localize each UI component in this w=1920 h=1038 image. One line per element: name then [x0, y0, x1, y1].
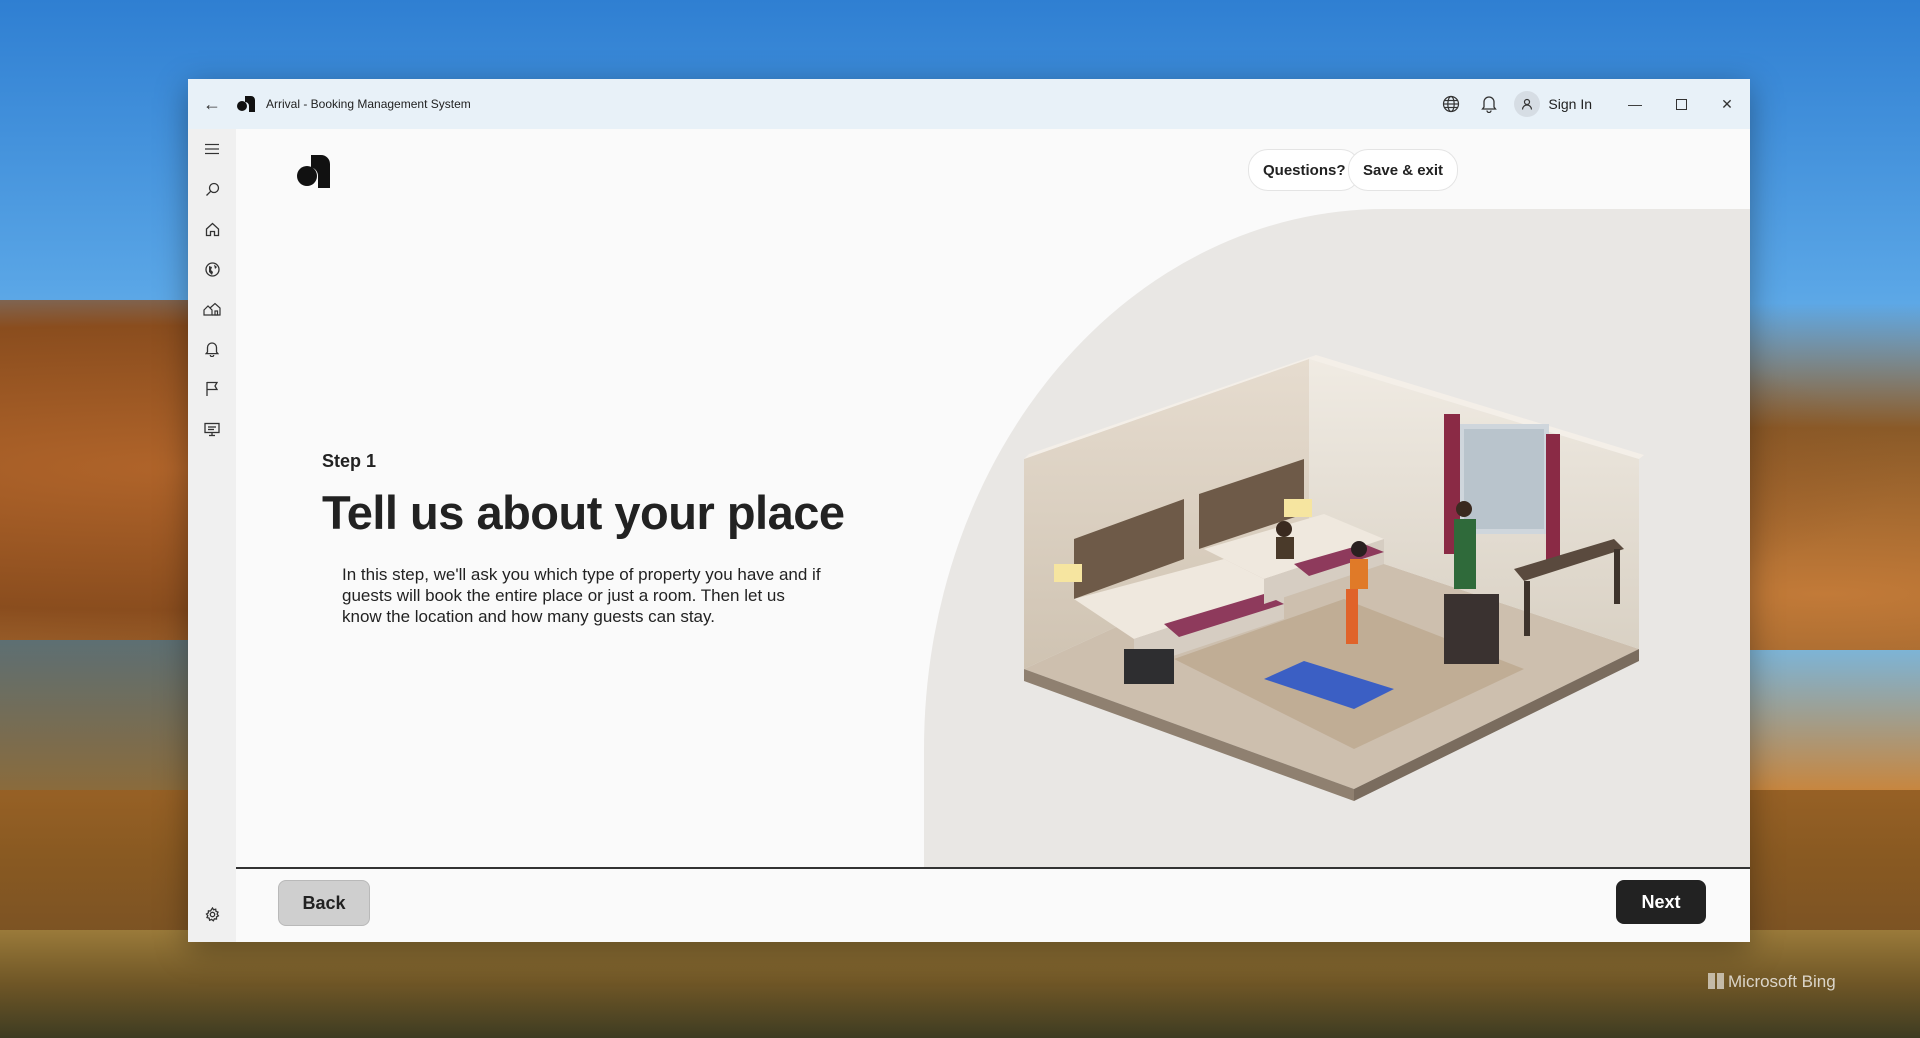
sign-in-button[interactable]: Sign In: [1514, 91, 1592, 117]
arrival-logo-icon: [297, 155, 330, 188]
step-label: Step 1: [322, 451, 377, 471]
menu-icon[interactable]: [188, 129, 236, 169]
maximize-button[interactable]: [1658, 86, 1704, 122]
user-avatar-icon: [1514, 91, 1541, 117]
window-title: Arrival - Booking Management System: [266, 97, 471, 111]
nav-sidebar: [188, 129, 236, 942]
gear-icon[interactable]: [188, 894, 236, 934]
minimize-button[interactable]: —: [1612, 86, 1658, 122]
globe-icon[interactable]: [188, 249, 236, 289]
bing-logo-icon: [1708, 973, 1724, 989]
flag-icon[interactable]: [188, 369, 236, 409]
home-icon[interactable]: [188, 209, 236, 249]
bing-watermark-text: Microsoft Bing: [1728, 972, 1836, 991]
language-globe-icon[interactable]: [1432, 85, 1470, 123]
main-content: Questions? Save & exit Step 1 Tell us ab…: [236, 129, 1750, 942]
hotel-room-illustration: [1024, 355, 1644, 801]
save-exit-button[interactable]: Save & exit: [1348, 149, 1459, 191]
app-logo-icon: [237, 96, 255, 112]
footer-divider: [236, 867, 1750, 869]
sign-in-label: Sign In: [1548, 96, 1592, 112]
title-bar-actions: Sign In — ✕: [1432, 79, 1750, 129]
questions-button[interactable]: Questions?: [1248, 149, 1361, 191]
notification-bell-icon[interactable]: [1470, 85, 1508, 123]
bell-icon[interactable]: [188, 329, 236, 369]
search-icon[interactable]: [188, 169, 236, 209]
desktop-wallpaper-grass: [0, 930, 1920, 1038]
app-window: ← Arrival - Booking Management System Si…: [188, 79, 1750, 942]
desktop-wallpaper-lake-right: [1740, 650, 1920, 790]
desktop-wallpaper-lake-left: [0, 640, 200, 790]
close-button[interactable]: ✕: [1704, 86, 1750, 122]
houses-icon[interactable]: [188, 289, 236, 329]
back-arrow-icon[interactable]: ←: [188, 94, 236, 115]
page-title: Tell us about your place: [322, 486, 845, 539]
title-bar: ← Arrival - Booking Management System Si…: [188, 79, 1750, 129]
monitor-icon[interactable]: [188, 409, 236, 449]
back-button[interactable]: Back: [278, 880, 370, 926]
next-button[interactable]: Next: [1616, 880, 1706, 924]
hero-illustration: [924, 209, 1750, 867]
step-description: In this step, we'll ask you which type o…: [342, 565, 821, 626]
bing-watermark: Microsoft Bing: [1708, 972, 1836, 992]
